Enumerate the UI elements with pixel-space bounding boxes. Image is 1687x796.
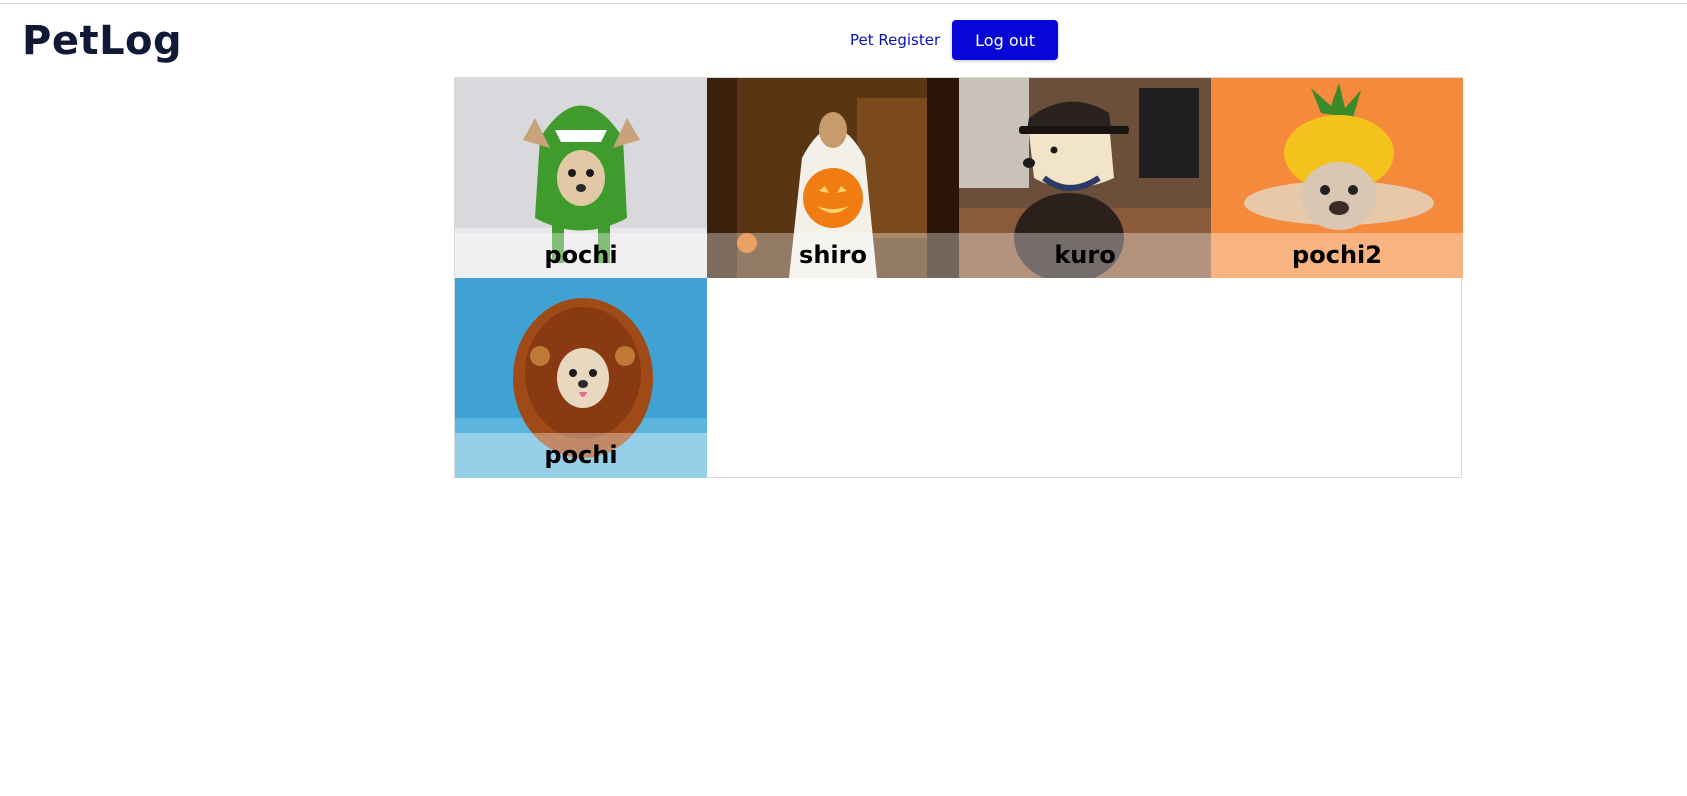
site-logo[interactable]: PetLog bbox=[22, 14, 182, 68]
pet-card[interactable]: pochi bbox=[455, 78, 707, 278]
logout-button[interactable]: Log out bbox=[952, 20, 1059, 60]
pet-card[interactable]: pochi bbox=[455, 278, 707, 478]
pet-gallery: pochi shiro kuro pochi2 pochi bbox=[454, 77, 1463, 478]
pet-card[interactable]: shiro bbox=[707, 78, 959, 278]
pet-name: pochi2 bbox=[1211, 233, 1463, 278]
pet-card[interactable]: pochi2 bbox=[1211, 78, 1463, 278]
pet-name: kuro bbox=[959, 233, 1211, 278]
pet-register-link[interactable]: Pet Register bbox=[850, 31, 940, 49]
pet-name: pochi bbox=[455, 233, 707, 278]
pet-name: shiro bbox=[707, 233, 959, 278]
pet-name: pochi bbox=[455, 433, 707, 478]
pet-card[interactable]: kuro bbox=[959, 78, 1211, 278]
header-nav: Pet Register Log out bbox=[850, 20, 1059, 60]
top-divider bbox=[0, 3, 1687, 4]
